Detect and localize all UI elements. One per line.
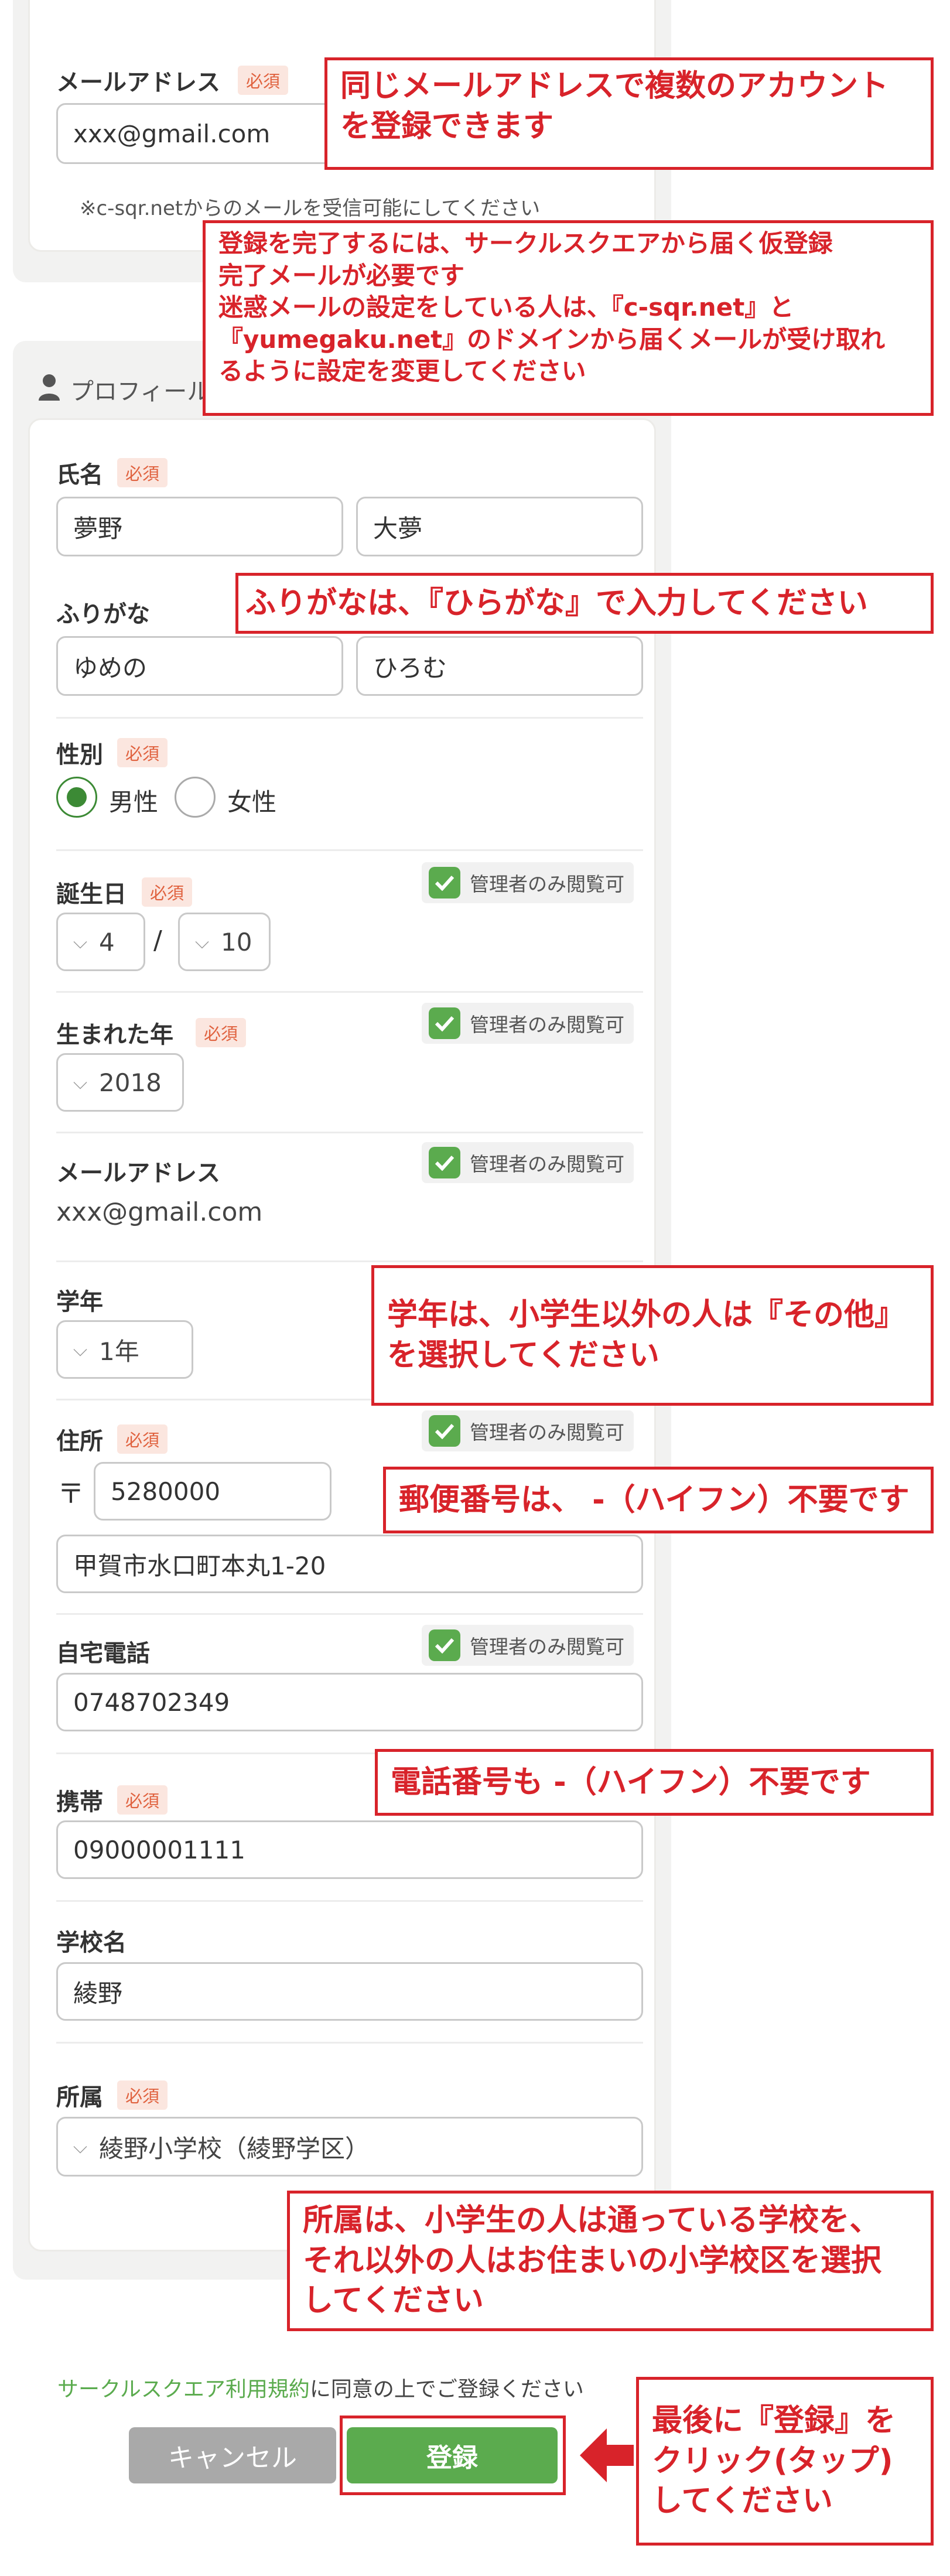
privacy-label: 管理者のみ閲覧可 <box>470 873 624 896</box>
birth-year-value: 2018 <box>99 1068 162 1097</box>
birthday-required-badge: 必須 <box>142 877 193 907</box>
person-icon <box>37 374 61 402</box>
chevron-down-icon: ⌵ <box>73 930 88 953</box>
home-phone-privacy-checkbox[interactable]: 管理者のみ閲覧可 <box>422 1625 634 1666</box>
home-phone-input[interactable]: 0748702349 <box>56 1673 643 1731</box>
email-note: ※c-sqr.netからのメールを受信可能にしてください <box>80 197 541 220</box>
street-address-input[interactable]: 甲賀市水口町本丸1-20 <box>56 1535 643 1593</box>
arrow-left-icon <box>577 2426 636 2485</box>
birthday-label: 誕生日 <box>56 881 127 908</box>
annotation-postal-code: 郵便番号は、 -（ハイフン）不要です <box>383 1467 934 1533</box>
divider <box>56 1260 643 1262</box>
postal-mark: 〒 <box>57 1478 84 1509</box>
affiliation-required-badge: 必須 <box>117 2080 168 2110</box>
birth-year-privacy-checkbox[interactable]: 管理者のみ閲覧可 <box>422 1003 634 1044</box>
birth-year-required-badge: 必須 <box>196 1018 247 1047</box>
annotation-multiple-accounts: 同じメールアドレスで複数のアカウント を登録できます <box>324 57 934 170</box>
school-input[interactable]: 綾野 <box>56 1962 643 2021</box>
divider <box>56 1613 643 1615</box>
check-icon <box>429 1147 460 1178</box>
gender-male-radio[interactable] <box>56 777 97 818</box>
name-required-badge: 必須 <box>117 458 168 487</box>
address-required-badge: 必須 <box>117 1424 168 1454</box>
affiliation-value: 綾野小学校（綾野学区） <box>99 2134 370 2163</box>
gender-male-label[interactable]: 男性 <box>109 783 158 818</box>
profile-email-value: xxx@gmail.com <box>56 1197 263 1227</box>
email-label: メールアドレス <box>56 69 220 96</box>
check-icon <box>429 1415 460 1447</box>
furigana-label: ふりがな <box>56 601 150 628</box>
profile-title: プロフィール <box>70 378 211 405</box>
check-icon <box>429 1629 460 1661</box>
divider <box>56 991 643 993</box>
birth-year-label: 生まれた年 <box>56 1021 173 1048</box>
annotation-register: 最後に『登録』を クリック(タップ) してください <box>636 2377 934 2546</box>
affiliation-select[interactable]: ⌵ 綾野小学校（綾野学区） <box>56 2117 643 2177</box>
birth-day-select[interactable]: ⌵ 10 <box>178 913 271 971</box>
chevron-down-icon: ⌵ <box>73 1071 88 1094</box>
gender-female-label[interactable]: 女性 <box>227 783 276 818</box>
gender-female-radio[interactable] <box>175 777 216 818</box>
terms-link[interactable]: サークルスクエア利用規約 <box>57 2377 310 2401</box>
birthday-privacy-checkbox[interactable]: 管理者のみ閲覧可 <box>422 862 634 903</box>
postal-code-input[interactable]: 5280000 <box>94 1462 332 1521</box>
mobile-input[interactable]: 09000001111 <box>56 1820 643 1879</box>
date-separator: / <box>153 925 162 955</box>
annotation-grade: 学年は、小学生以外の人は『その他』 を選択してください <box>371 1265 934 1406</box>
divider <box>56 849 643 851</box>
divider <box>56 1132 643 1133</box>
name-label: 氏名 <box>56 462 103 488</box>
furigana-last-input[interactable]: ゆめの <box>56 636 343 696</box>
privacy-label: 管理者のみ閲覧可 <box>470 1421 624 1444</box>
grade-value: 1年 <box>99 1337 139 1366</box>
register-button[interactable]: 登録 <box>347 2427 558 2483</box>
gender-label: 性別 <box>56 742 103 768</box>
birth-month-select[interactable]: ⌵ 4 <box>56 913 145 971</box>
home-phone-label: 自宅電話 <box>56 1640 150 1667</box>
school-label: 学校名 <box>56 1929 127 1956</box>
terms-line: サークルスクエア利用規約に同意の上でご登録ください <box>57 2372 584 2403</box>
check-icon <box>429 1007 460 1039</box>
annotation-furigana: ふりがなは、『ひらがな』で入力してください <box>235 573 934 634</box>
divider <box>56 1900 643 1902</box>
privacy-label: 管理者のみ閲覧可 <box>470 1013 624 1036</box>
terms-text: に同意の上でご登録ください <box>309 2377 584 2401</box>
chevron-down-icon: ⌵ <box>73 2135 88 2158</box>
email-required-badge: 必須 <box>238 66 289 95</box>
birth-year-select[interactable]: ⌵ 2018 <box>56 1053 184 1112</box>
annotation-phone: 電話番号も -（ハイフン）不要です <box>375 1749 934 1816</box>
divider <box>56 717 643 719</box>
furigana-first-input[interactable]: ひろむ <box>356 636 643 696</box>
address-label: 住所 <box>56 1428 103 1455</box>
chevron-down-icon: ⌵ <box>194 930 210 953</box>
gender-required-badge: 必須 <box>117 738 168 767</box>
grade-select[interactable]: ⌵ 1年 <box>56 1320 193 1379</box>
chevron-down-icon: ⌵ <box>73 1338 88 1361</box>
check-icon <box>429 867 460 898</box>
birth-day-value: 10 <box>221 927 252 956</box>
mobile-required-badge: 必須 <box>117 1785 168 1815</box>
address-privacy-checkbox[interactable]: 管理者のみ閲覧可 <box>422 1410 634 1451</box>
privacy-label: 管理者のみ閲覧可 <box>470 1635 624 1658</box>
annotation-confirmation-email: 登録を完了するには、サークルスクエアから届く仮登録 完了メールが必要です 迷惑メール… <box>203 220 934 416</box>
last-name-input[interactable]: 夢野 <box>56 497 343 556</box>
mobile-label: 携帯 <box>56 1789 103 1816</box>
grade-label: 学年 <box>56 1289 103 1316</box>
cancel-button[interactable]: キャンセル <box>129 2427 336 2483</box>
first-name-input[interactable]: 大夢 <box>356 497 643 556</box>
annotation-affiliation: 所属は、小学生の人は通っている学校を、 それ以外の人はお住まいの小学校区を選択 して… <box>287 2191 934 2331</box>
birth-month-value: 4 <box>99 927 115 956</box>
divider <box>56 2042 643 2044</box>
privacy-label: 管理者のみ閲覧可 <box>470 1153 624 1176</box>
profile-email-label: メールアドレス <box>56 1160 220 1187</box>
affiliation-label: 所属 <box>56 2084 103 2111</box>
email-privacy-checkbox[interactable]: 管理者のみ閲覧可 <box>422 1142 634 1183</box>
